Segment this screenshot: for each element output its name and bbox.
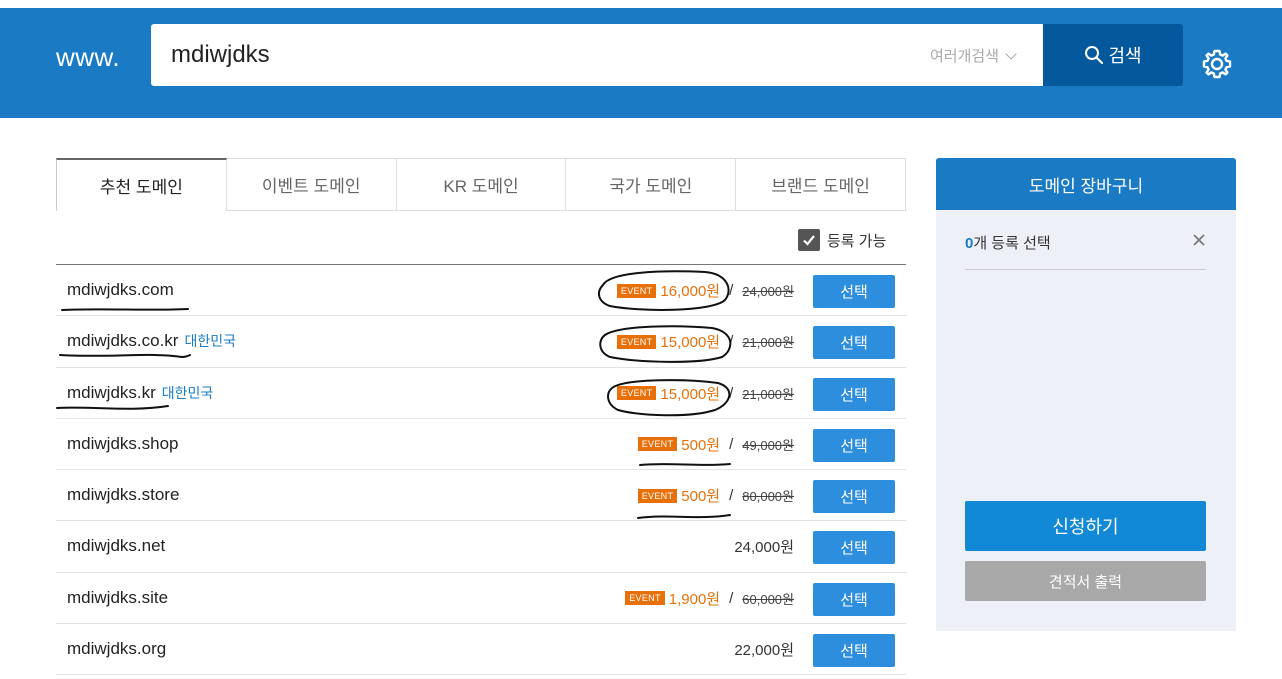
original-price: 24,000원	[742, 284, 794, 299]
checkmark-icon	[798, 229, 820, 251]
original-price: 21,000원	[742, 335, 794, 351]
domain-name-cell: mdiwjdks.net	[67, 536, 165, 556]
tab-event[interactable]: 이벤트 도메인	[226, 158, 397, 211]
domain-row: mdiwjdks.store EVENT 500원 / 80,000원 선택	[56, 470, 906, 522]
domain-price: EVENT 500원 / 80,000원	[637, 485, 794, 506]
domain-name: mdiwjdks.site	[67, 587, 169, 607]
domain-price: 22,000원	[734, 639, 794, 660]
select-domain-button[interactable]: 선택	[813, 634, 895, 668]
price-separator: /	[729, 589, 734, 607]
event-price: 15,000원	[660, 385, 721, 403]
event-badge: EVENT	[637, 488, 678, 503]
multi-search-label: 여러개검색	[929, 48, 999, 65]
gear-icon[interactable]	[1201, 48, 1233, 80]
close-icon[interactable]	[1193, 234, 1205, 246]
domain-country: 대한민국	[184, 333, 236, 350]
price-separator: /	[729, 384, 734, 402]
original-price: 60,000원	[742, 591, 794, 607]
domain-price: EVENT 15,000원 / 21,000원	[616, 331, 794, 352]
domain-name-cell: mdiwjdks.shop	[67, 434, 179, 454]
www-prefix: www.	[56, 42, 121, 72]
available-filter-label: 등록 가능	[827, 232, 887, 250]
tab-kr[interactable]: KR 도메인	[396, 158, 567, 211]
print-quote-button[interactable]: 견적서 출력	[965, 561, 1206, 601]
domain-name: mdiwjdks.com	[67, 280, 174, 299]
domain-row: mdiwjdks.kr 대한민국 EVENT 15,000원 / 21,000원 선택	[56, 368, 906, 419]
domain-name-cell: mdiwjdks.site	[67, 588, 168, 608]
domain-cart-panel: 도메인 장바구니 0개 등록 선택 신청하기 견적서 출력	[936, 158, 1236, 631]
available-filter-checkbox[interactable]: 등록 가능	[798, 229, 886, 251]
apply-button[interactable]: 신청하기	[965, 501, 1206, 551]
event-price: 500원	[681, 436, 721, 454]
chevron-down-icon	[1005, 48, 1017, 60]
multi-search-dropdown[interactable]: 여러개검색	[929, 45, 1017, 66]
price-separator: /	[729, 435, 734, 453]
event-badge: EVENT	[616, 386, 657, 401]
domain-name: mdiwjdks.net	[67, 536, 166, 556]
domain-price: EVENT 15,000원 / 21,000원	[616, 383, 794, 404]
cart-divider	[965, 269, 1206, 270]
domain-name: mdiwjdks.co.kr	[67, 331, 179, 351]
event-badge: EVENT	[616, 334, 657, 349]
price-separator: /	[729, 333, 734, 351]
domain-name-cell: mdiwjdks.store	[67, 485, 179, 505]
domain-name-cell: mdiwjdks.com	[67, 280, 174, 300]
domain-country: 대한민국	[161, 384, 214, 401]
domain-category-tabs: 추천 도메인 이벤트 도메인 KR 도메인 국가 도메인 브랜드 도메인	[56, 158, 906, 211]
event-badge: EVENT	[616, 283, 657, 298]
cart-count-suffix: 개 등록 선택	[973, 235, 1051, 252]
select-domain-button[interactable]: 선택	[813, 531, 895, 565]
domain-search-input[interactable]	[171, 37, 871, 73]
domain-name: mdiwjdks.kr	[67, 382, 156, 402]
domain-name-cell: mdiwjdks.co.kr 대한민국	[67, 331, 236, 351]
select-domain-button[interactable]: 선택	[813, 582, 895, 616]
domain-price: EVENT 1,900원 / 60,000원	[625, 588, 794, 609]
select-domain-button[interactable]: 선택	[813, 480, 895, 514]
event-price: 500원	[681, 488, 721, 506]
domain-name-cell: mdiwjdks.kr 대한민국	[67, 383, 213, 403]
domain-row: mdiwjdks.shop EVENT 500원 / 49,000원 선택	[56, 419, 906, 471]
regular-price: 22,000원	[734, 642, 794, 660]
search-icon	[1085, 46, 1104, 65]
event-price: 16,000원	[660, 283, 721, 300]
price-separator: /	[729, 282, 734, 299]
domain-price: EVENT 500원 / 49,000원	[637, 434, 794, 455]
domain-price: EVENT 16,000원 / 24,000원	[616, 280, 794, 301]
event-badge: EVENT	[625, 591, 665, 606]
search-box: 여러개검색	[151, 24, 1043, 86]
tab-recommended[interactable]: 추천 도메인	[56, 158, 227, 211]
price-separator: /	[729, 487, 734, 505]
domain-row: mdiwjdks.co.kr 대한민국 EVENT 15,000원 / 21,000원 선택	[56, 316, 906, 368]
event-price: 1,900원	[668, 590, 721, 608]
original-price: 49,000원	[742, 437, 794, 453]
select-domain-button[interactable]: 선택	[813, 377, 895, 411]
domain-name: mdiwjdks.store	[67, 485, 180, 505]
search-button[interactable]: 검색	[1043, 24, 1183, 86]
domain-row: mdiwjdks.site EVENT 1,900원 / 60,000원 선택	[56, 573, 906, 625]
domain-name-cell: mdiwjdks.org	[67, 639, 166, 659]
domain-name: mdiwjdks.shop	[67, 433, 179, 453]
tab-country[interactable]: 국가 도메인	[566, 158, 737, 211]
select-domain-button[interactable]: 선택	[813, 326, 895, 360]
cart-title: 도메인 장바구니	[936, 158, 1236, 210]
event-price: 15,000원	[660, 334, 721, 352]
original-price: 80,000원	[742, 489, 794, 505]
tab-brand[interactable]: 브랜드 도메인	[736, 158, 906, 211]
select-domain-button[interactable]: 선택	[813, 428, 895, 462]
domain-row: mdiwjdks.org 22,000원 선택	[56, 624, 906, 676]
domain-name: mdiwjdks.org	[67, 639, 167, 659]
original-price: 21,000원	[742, 386, 794, 402]
search-button-label: 검색	[1108, 46, 1142, 66]
cart-selected-count: 0개 등록 선택	[965, 232, 1051, 253]
domain-result-list: mdiwjdks.com EVENT 16,000원/24,000원 선택 mdiwjd…	[56, 264, 906, 676]
domain-row: mdiwjdks.com EVENT 16,000원 / 24,000원 선택	[56, 265, 906, 317]
regular-price: 24,000원	[734, 539, 794, 557]
select-domain-button[interactable]: 선택	[813, 275, 895, 308]
event-badge: EVENT	[637, 437, 678, 452]
domain-price: 24,000원	[734, 536, 794, 557]
domain-row: mdiwjdks.net 24,000원 선택	[56, 521, 906, 573]
